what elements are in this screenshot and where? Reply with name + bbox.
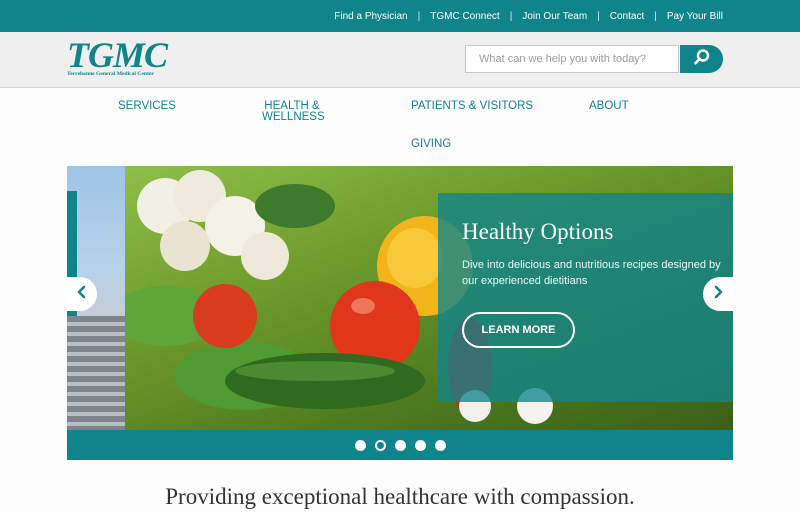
- utility-bar: Find a Physician | TGMC Connect | Join O…: [0, 0, 800, 32]
- slider-pagination: [67, 430, 733, 460]
- nav-patients-visitors[interactable]: PATIENTS & VISITORS: [411, 100, 533, 112]
- hero-description: Dive into delicious and nutritious recip…: [462, 259, 721, 287]
- nav-health-wellness[interactable]: HEALTH & WELLNESS: [262, 100, 325, 123]
- slider-dot-4[interactable]: [414, 439, 426, 451]
- nav-giving[interactable]: GIVING: [411, 138, 451, 150]
- hero-caption-panel: Healthy Options Dive into delicious and …: [438, 193, 733, 402]
- tgmc-connect-link[interactable]: TGMC Connect: [430, 11, 499, 22]
- chevron-right-icon: [712, 285, 724, 304]
- separator: |: [417, 10, 421, 22]
- tagline-heading: Providing exceptional healthcare with co…: [165, 484, 635, 509]
- logo-mark: TGMC: [67, 35, 168, 75]
- site-logo[interactable]: TGMC Terrebonne General Medical Center: [67, 35, 187, 77]
- utility-links: Find a Physician | TGMC Connect | Join O…: [334, 0, 723, 32]
- learn-more-button[interactable]: LEARN MORE: [462, 312, 575, 348]
- nav-services[interactable]: SERVICES: [118, 100, 176, 112]
- separator: |: [654, 10, 657, 22]
- join-our-team-link[interactable]: Join Our Team: [522, 11, 587, 22]
- logo-subtitle: Terrebonne General Medical Center: [67, 71, 154, 77]
- search-button[interactable]: [680, 45, 723, 73]
- slider-dot-1[interactable]: [354, 439, 366, 451]
- search-icon: [693, 48, 711, 71]
- search-input[interactable]: [465, 45, 679, 73]
- hero-title: Healthy Options: [462, 219, 614, 244]
- separator: |: [597, 10, 600, 22]
- slider-dot-2[interactable]: [374, 439, 386, 451]
- pay-your-bill-link[interactable]: Pay Your Bill: [667, 11, 723, 22]
- building-image: [67, 316, 125, 430]
- slider-next-button[interactable]: [703, 277, 733, 311]
- nav-about[interactable]: ABOUT: [589, 100, 629, 112]
- chevron-left-icon: [76, 285, 88, 304]
- find-physician-link[interactable]: Find a Physician: [334, 11, 407, 22]
- slider-dot-3[interactable]: [394, 439, 406, 451]
- contact-link[interactable]: Contact: [610, 11, 644, 22]
- main-nav: SERVICES HEALTH & WELLNESS PATIENTS & VI…: [0, 89, 800, 161]
- separator: |: [509, 10, 513, 22]
- slider-dot-5[interactable]: [434, 439, 446, 451]
